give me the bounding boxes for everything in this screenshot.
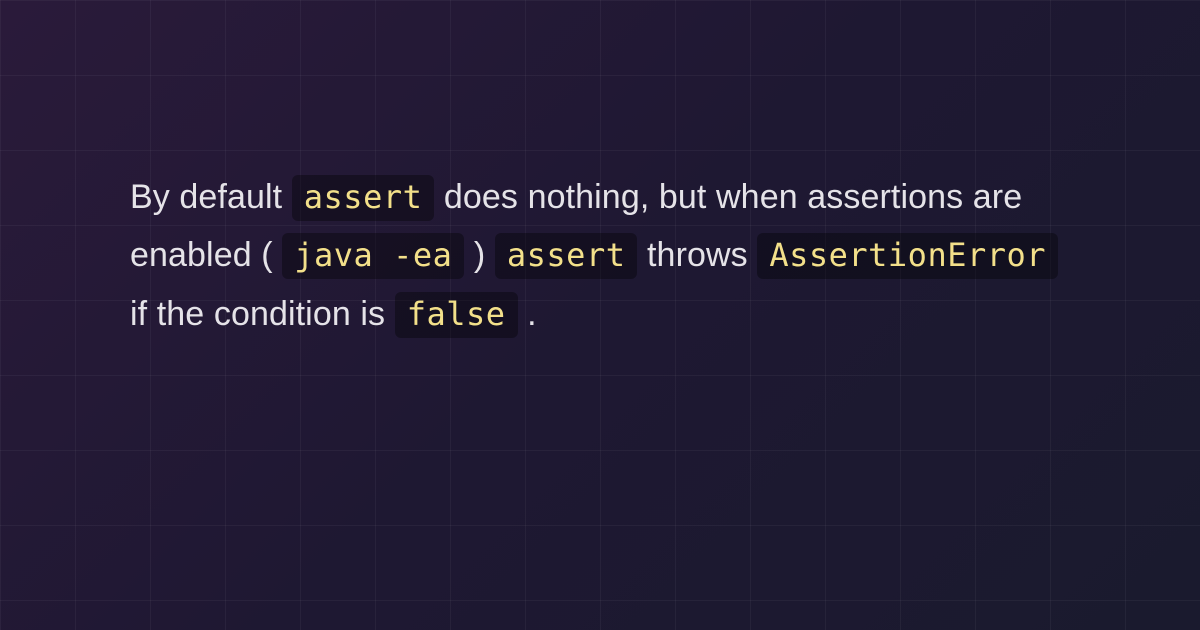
text-segment: throws [647, 236, 757, 274]
code-java-ea: java -ea [282, 233, 464, 279]
paragraph: By default assert does nothing, but when… [130, 168, 1070, 343]
code-assert: assert [292, 175, 435, 221]
text-segment: ) [474, 236, 495, 274]
code-assert: assert [495, 233, 638, 279]
text-segment: . [527, 295, 537, 333]
text-segment: By default [130, 178, 292, 216]
text-segment: if the condition is [130, 295, 395, 333]
code-assertion-error: AssertionError [757, 233, 1058, 279]
code-false: false [395, 292, 518, 338]
